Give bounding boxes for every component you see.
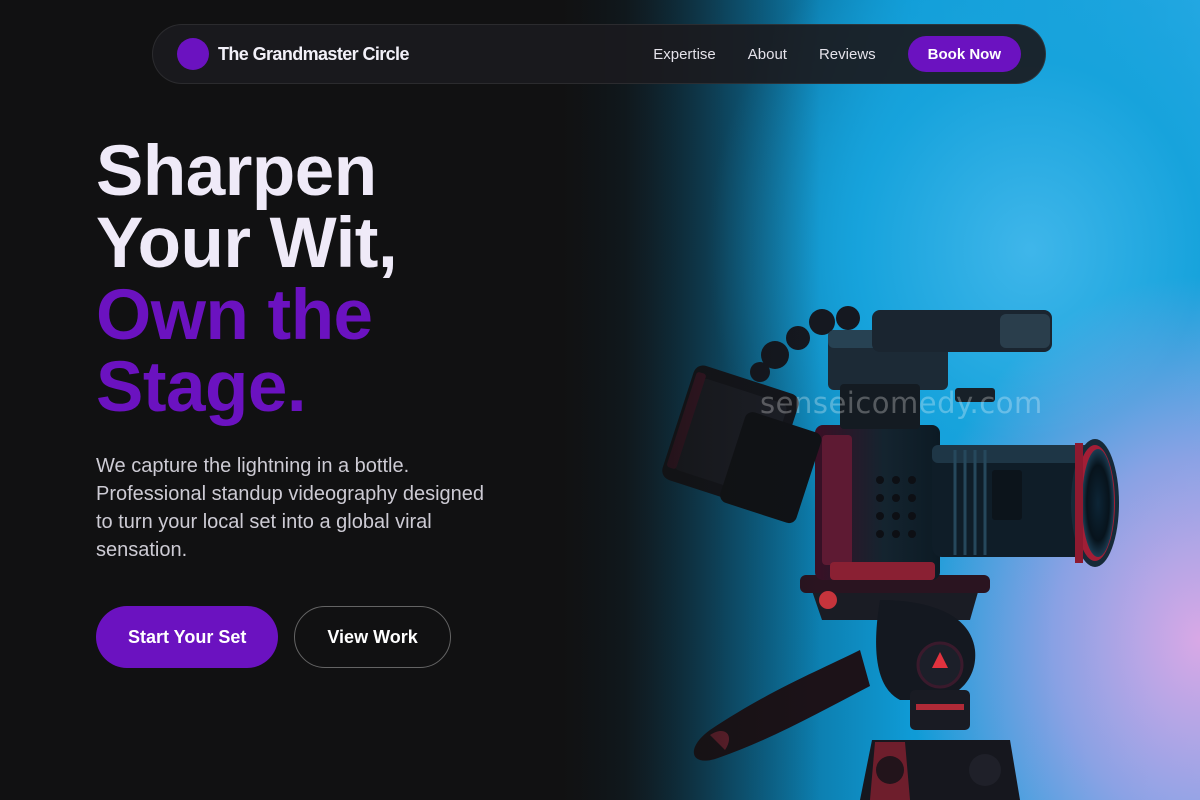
headline-accent-line-2: Stage. (96, 348, 307, 427)
hero-section: Sharpen Your Wit, Own the Stage. We capt… (96, 136, 566, 668)
hero-photo: senseicomedy.com (560, 0, 1200, 800)
headline-accent-line-1: Own the (96, 276, 373, 355)
brand[interactable]: The Grandmaster Circle (177, 38, 409, 70)
cta-row: Start Your Set View Work (96, 606, 566, 668)
landing-page: senseicomedy.com The Grandmaster Circle … (0, 0, 1200, 800)
headline-line-2: Your Wit, (96, 204, 398, 283)
view-work-button[interactable]: View Work (294, 606, 451, 668)
watermark-text: senseicomedy.com (760, 386, 1043, 420)
nav-link-expertise[interactable]: Expertise (653, 46, 716, 63)
book-now-button[interactable]: Book Now (907, 36, 1021, 72)
nav-bar: The Grandmaster Circle Expertise About R… (152, 24, 1046, 84)
headline-line-1: Sharpen (96, 132, 377, 211)
brand-name: The Grandmaster Circle (218, 43, 409, 64)
brand-logo-icon (177, 38, 209, 70)
nav-links: Expertise About Reviews Book Now (653, 36, 1021, 72)
nav-link-reviews[interactable]: Reviews (819, 46, 876, 63)
hero-subtitle: We capture the lightning in a bottle. Pr… (96, 455, 485, 561)
start-your-set-button[interactable]: Start Your Set (96, 606, 279, 668)
nav-link-about[interactable]: About (748, 46, 787, 63)
tripod-icon (693, 575, 1020, 800)
hero-headline: Sharpen Your Wit, Own the Stage. (96, 136, 566, 424)
